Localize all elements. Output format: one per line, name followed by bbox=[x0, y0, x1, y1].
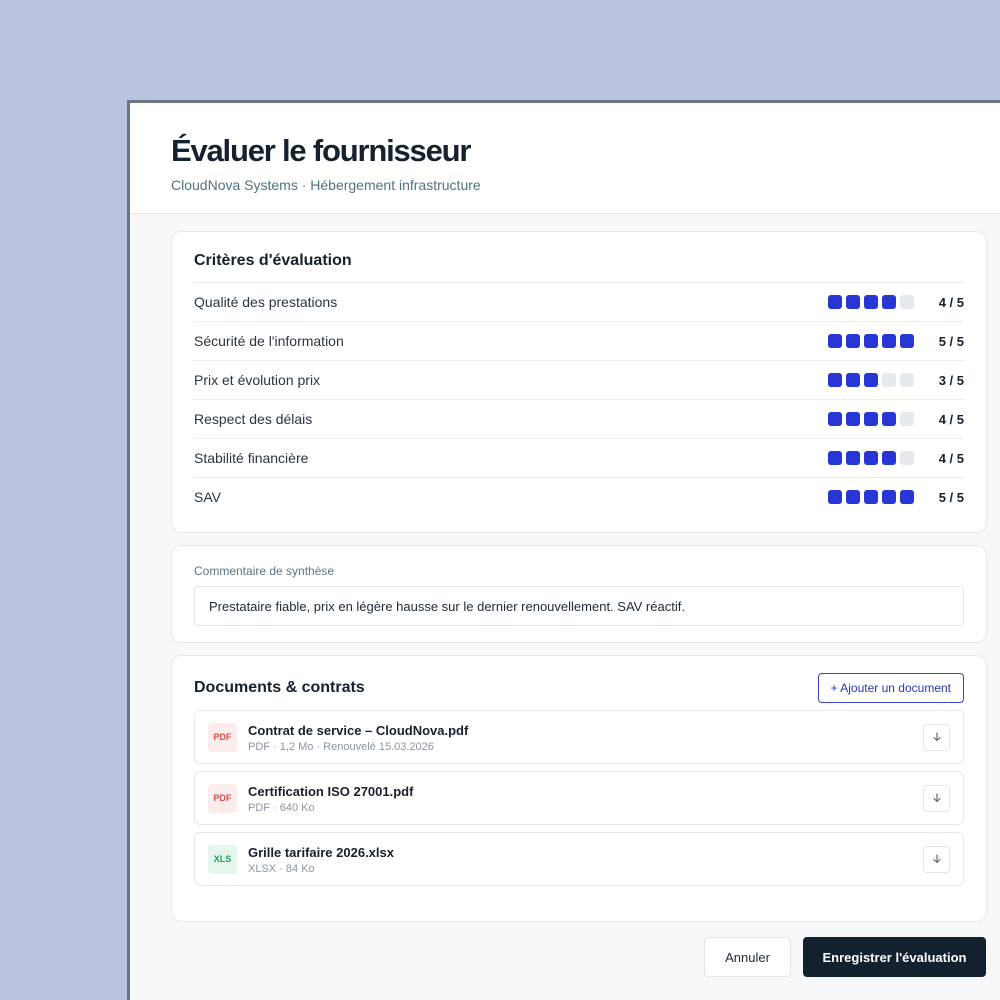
footer-actions: Annuler Enregistrer l'évaluation bbox=[704, 937, 986, 977]
rating-dot-1[interactable] bbox=[828, 373, 842, 387]
rating-dots bbox=[828, 490, 914, 504]
criteria-row: Stabilité financière 4 / 5 bbox=[194, 438, 964, 477]
criteria-row: SAV 5 / 5 bbox=[194, 477, 964, 516]
evaluation-window: Évaluer le fournisseur CloudNova Systems… bbox=[127, 100, 1000, 1000]
rating-dot-5[interactable] bbox=[900, 490, 914, 504]
rating-dot-2[interactable] bbox=[846, 334, 860, 348]
rating-dot-4[interactable] bbox=[882, 334, 896, 348]
document-name: Grille tarifaire 2026.xlsx bbox=[248, 844, 394, 860]
rating-dots bbox=[828, 295, 914, 309]
rating-dot-2[interactable] bbox=[846, 490, 860, 504]
criteria-list: Qualité des prestations 4 / 5 Sécurité de … bbox=[194, 282, 964, 516]
page-subtitle: CloudNova Systems · Hébergement infrastr… bbox=[171, 177, 481, 193]
cancel-button[interactable]: Annuler bbox=[704, 937, 791, 977]
criteria-row: Respect des délais 4 / 5 bbox=[194, 399, 964, 438]
page-header: Évaluer le fournisseur CloudNova Systems… bbox=[130, 103, 1000, 214]
download-button[interactable] bbox=[923, 723, 950, 751]
document-info: Certification ISO 27001.pdf PDF · 640 Ko bbox=[248, 783, 923, 814]
rating-dot-4[interactable] bbox=[882, 412, 896, 426]
comment-label: Commentaire de synthèse bbox=[194, 564, 335, 578]
rating-dot-3[interactable] bbox=[864, 412, 878, 426]
rating-dot-5[interactable] bbox=[900, 334, 914, 348]
rating-dot-3[interactable] bbox=[864, 334, 878, 348]
comment-field[interactable]: Prestataire fiable, prix en légère hauss… bbox=[194, 586, 964, 626]
criteria-card: Critères d'évaluation Qualité des presta… bbox=[171, 231, 987, 533]
rating-dot-5[interactable] bbox=[900, 373, 914, 387]
rating-dot-5[interactable] bbox=[900, 295, 914, 309]
document-meta: XLSX · 84 Ko bbox=[248, 862, 315, 875]
documents-card: Documents & contrats + Ajouter un docume… bbox=[171, 655, 987, 922]
document-meta: PDF · 640 Ko bbox=[248, 801, 315, 814]
criteria-score: 4 / 5 bbox=[938, 294, 964, 310]
criteria-label: Qualité des prestations bbox=[194, 294, 338, 310]
rating-dot-4[interactable] bbox=[882, 490, 896, 504]
page-title: Évaluer le fournisseur bbox=[171, 133, 471, 168]
criteria-label: Sécurité de l'information bbox=[194, 333, 344, 349]
rating-dot-3[interactable] bbox=[864, 373, 878, 387]
rating-dots bbox=[828, 451, 914, 465]
rating-dot-4[interactable] bbox=[882, 451, 896, 465]
rating-dot-2[interactable] bbox=[846, 373, 860, 387]
document-info: Contrat de service – CloudNova.pdf PDF · … bbox=[248, 722, 923, 753]
document-row[interactable]: PDF Contrat de service – CloudNova.pdf PDF… bbox=[194, 710, 964, 764]
documents-header: Documents & contrats + Ajouter un docume… bbox=[194, 672, 964, 704]
document-info: Grille tarifaire 2026.xlsx XLSX · 84 Ko bbox=[248, 844, 923, 875]
rating-dot-2[interactable] bbox=[846, 295, 860, 309]
download-button[interactable] bbox=[923, 845, 950, 873]
rating-dot-3[interactable] bbox=[864, 295, 878, 309]
rating-dot-1[interactable] bbox=[828, 412, 842, 426]
rating-dot-3[interactable] bbox=[864, 490, 878, 504]
criteria-title: Critères d'évaluation bbox=[194, 252, 352, 269]
rating-dots bbox=[828, 373, 914, 387]
rating-dot-4[interactable] bbox=[882, 295, 896, 309]
document-row[interactable]: PDF Certification ISO 27001.pdf PDF · 640 … bbox=[194, 771, 964, 825]
criteria-row: Sécurité de l'information 5 / 5 bbox=[194, 321, 964, 360]
pdf-file-icon: PDF bbox=[208, 783, 237, 813]
rating-dot-3[interactable] bbox=[864, 451, 878, 465]
criteria-label: Prix et évolution prix bbox=[194, 372, 321, 388]
criteria-score: 5 / 5 bbox=[938, 333, 964, 349]
rating-dot-4[interactable] bbox=[882, 373, 896, 387]
criteria-row: Qualité des prestations 4 / 5 bbox=[194, 282, 964, 321]
arrow-down-icon bbox=[932, 793, 941, 803]
rating-dots bbox=[828, 334, 914, 348]
rating-dot-1[interactable] bbox=[828, 490, 842, 504]
criteria-row: Prix et évolution prix 3 / 5 bbox=[194, 360, 964, 399]
xls-file-icon: XLS bbox=[208, 844, 237, 874]
document-name: Contrat de service – CloudNova.pdf bbox=[248, 722, 469, 738]
criteria-score: 5 / 5 bbox=[938, 489, 964, 505]
pdf-file-icon: PDF bbox=[208, 722, 237, 752]
criteria-label: Stabilité financière bbox=[194, 450, 309, 466]
arrow-down-icon bbox=[932, 854, 941, 864]
add-document-button[interactable]: + Ajouter un document bbox=[817, 673, 964, 703]
criteria-label: SAV bbox=[194, 489, 221, 505]
rating-dots bbox=[828, 412, 914, 426]
document-meta: PDF · 1,2 Mo · Renouvelé 15.03.2026 bbox=[248, 740, 434, 753]
save-evaluation-button[interactable]: Enregistrer l'évaluation bbox=[803, 937, 986, 977]
criteria-score: 4 / 5 bbox=[938, 411, 964, 427]
rating-dot-1[interactable] bbox=[828, 295, 842, 309]
document-row[interactable]: XLS Grille tarifaire 2026.xlsx XLSX · 84 K… bbox=[194, 832, 964, 886]
criteria-score: 4 / 5 bbox=[938, 450, 964, 466]
rating-dot-1[interactable] bbox=[828, 451, 842, 465]
comment-card: Commentaire de synthèse Prestataire fiab… bbox=[171, 545, 987, 643]
rating-dot-1[interactable] bbox=[828, 334, 842, 348]
download-button[interactable] bbox=[923, 784, 950, 812]
criteria-label: Respect des délais bbox=[194, 411, 313, 427]
rating-dot-5[interactable] bbox=[900, 412, 914, 426]
documents-list: PDF Contrat de service – CloudNova.pdf PDF… bbox=[194, 710, 964, 886]
documents-title: Documents & contrats bbox=[194, 679, 365, 696]
rating-dot-2[interactable] bbox=[846, 451, 860, 465]
document-name: Certification ISO 27001.pdf bbox=[248, 783, 414, 799]
rating-dot-2[interactable] bbox=[846, 412, 860, 426]
criteria-score: 3 / 5 bbox=[938, 372, 964, 388]
rating-dot-5[interactable] bbox=[900, 451, 914, 465]
arrow-down-icon bbox=[932, 732, 941, 742]
